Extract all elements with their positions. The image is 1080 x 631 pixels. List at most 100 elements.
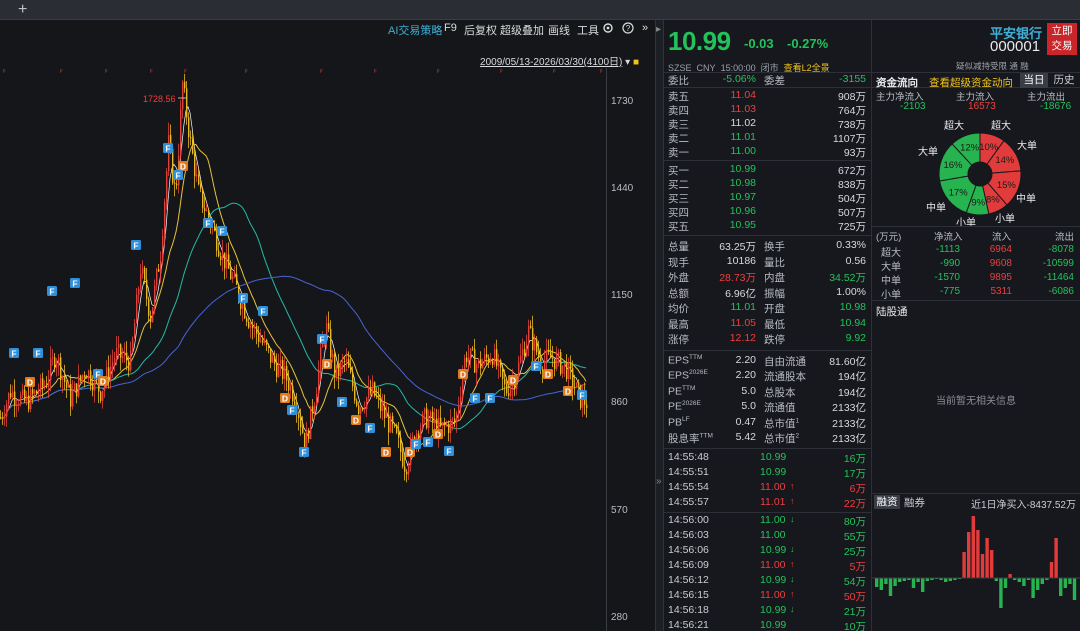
stat-label: 内盘 [764,272,785,284]
candle-body [444,422,446,426]
trade-button[interactable]: 立即 交易 [1047,23,1077,55]
candle-body [266,340,268,345]
bid-row[interactable]: 买一 10.99 672万 [664,163,871,177]
event-marker-f[interactable]: F [411,439,421,450]
candle-body [572,368,574,388]
event-marker-f[interactable]: F [203,218,213,229]
bid-row[interactable]: 买四 10.96 507万 [664,205,871,219]
tab-today[interactable]: 当日 [1020,73,1048,88]
event-marker-d[interactable]: D [543,369,553,380]
bid-row[interactable]: 买五 10.95 725万 [664,219,871,233]
chevron-right-icon[interactable]: » [656,476,662,487]
event-marker-f[interactable]: F [470,393,480,404]
event-marker-f[interactable]: F [337,397,347,408]
ask-row[interactable]: 卖四 11.03 764万 [664,103,871,117]
super-flow-link[interactable]: 查看超级资金动向 [929,75,1013,90]
event-marker-f[interactable]: F [217,226,227,237]
gear-icon[interactable] [602,22,614,37]
event-marker-f[interactable]: F [423,437,433,448]
flag-icon[interactable]: ꟳ [245,68,248,77]
candle-body [334,353,336,377]
candle-body [474,349,476,373]
event-marker-d[interactable]: D [381,447,391,458]
event-marker-f[interactable]: F [444,446,454,457]
event-marker-f[interactable]: F [258,306,268,317]
event-marker-f[interactable]: F [9,348,19,359]
ask-row[interactable]: 卖一 11.00 93万 [664,145,871,159]
event-marker-d[interactable]: D [280,393,290,404]
donut-label: 超大 [944,121,964,132]
flag-icon[interactable]: ꟳ [105,68,108,77]
ai-strategy-button[interactable]: AI交易策略 [388,22,442,38]
event-marker-d[interactable]: D [322,359,332,370]
flag-icon[interactable]: ꟳ [150,68,153,77]
flag-icon[interactable]: ꟳ [320,68,323,77]
event-marker-d[interactable]: D [458,369,468,380]
event-marker-f[interactable]: F [173,170,183,181]
flag-icon[interactable]: ꟳ [184,68,187,77]
plus-icon[interactable]: + [18,0,27,19]
event-marker-f[interactable]: F [131,240,141,251]
event-marker-f[interactable]: F [365,423,375,434]
stats-row: 现手 10186 量比 0.56 [664,255,871,269]
event-marker-f[interactable]: F [299,447,309,458]
kline-chart[interactable]: FDFFFFDFFDFFFFFDFFFDFDFD DF FDFDF FDFDD F ꟳꟳ… [0,68,606,631]
flag-icon[interactable]: ꟳ [553,68,556,77]
flag-icon[interactable]: ꟳ [374,68,377,77]
tools-button[interactable]: 工具 [577,22,599,38]
tab-margin-short[interactable]: 融券 [904,495,925,510]
event-marker-d[interactable]: D [25,377,35,388]
date-range-label[interactable]: 2009/05/13-2026/03/30(4100日) ▾ ■ [480,53,639,68]
flag-icon[interactable]: ꟳ [3,68,6,77]
event-marker-f[interactable]: F [485,393,495,404]
bid-row[interactable]: 买三 10.97 504万 [664,191,871,205]
event-marker-f[interactable]: F [577,390,587,401]
tab-history[interactable]: 历史 [1050,73,1078,88]
ask-row[interactable]: 卖五 11.04 908万 [664,89,871,103]
adjust-restore-button[interactable]: 后复权 [464,22,497,38]
help-icon[interactable]: ? [622,22,634,37]
candle-body [402,452,404,467]
event-marker-d[interactable]: D [98,376,108,387]
flag-icon[interactable]: ꟳ [60,68,63,77]
ask-row[interactable]: 卖二 11.01 1107万 [664,131,871,145]
candle-body [268,344,270,349]
event-marker-d[interactable]: D [508,375,518,386]
event-marker-d[interactable]: D [433,429,443,440]
event-marker-f[interactable]: F [287,405,297,416]
flag-icon[interactable]: ꟳ [437,68,440,77]
event-marker-f[interactable]: F [47,286,57,297]
event-marker-f[interactable]: F [163,143,173,154]
arrow-down-icon: ↓ [790,603,795,614]
candle-body [570,362,572,369]
ask-row[interactable]: 卖三 11.02 738万 [664,117,871,131]
event-marker-d[interactable]: D [563,386,573,397]
svg-text:F: F [413,440,418,450]
svg-text:F: F [11,349,16,359]
flag-icon[interactable]: ꟳ [600,68,603,77]
event-marker-f[interactable]: F [70,278,80,289]
candle-body [222,252,224,260]
event-marker-f[interactable]: F [531,361,541,372]
candle-body [562,365,564,374]
candle-body [530,326,532,328]
candle-body [330,329,332,358]
candle-body [424,408,426,414]
pane-splitter[interactable]: ▸ » [655,20,664,631]
candle-body [376,395,378,397]
event-marker-f[interactable]: F [33,348,43,359]
tab-margin-financing[interactable]: 融资 [874,495,900,509]
draw-line-button[interactable]: 画线 [548,22,570,38]
double-chevron-right-icon[interactable]: » [642,22,648,34]
bid-row[interactable]: 买二 10.98 838万 [664,177,871,191]
donut-slice-label: 15% [997,180,1017,191]
overlay-button[interactable]: 超级叠加 [500,22,544,38]
event-marker-f[interactable]: F [317,334,327,345]
flow-cell: -1570 [934,272,960,283]
flag-icon[interactable]: ꟳ [500,68,503,77]
candle-body [348,359,350,368]
chevron-right-icon[interactable]: ▸ [656,24,661,35]
event-marker-f[interactable]: F [238,293,248,304]
f9-button[interactable]: F9 [444,22,457,34]
event-marker-d[interactable]: D [351,415,361,426]
